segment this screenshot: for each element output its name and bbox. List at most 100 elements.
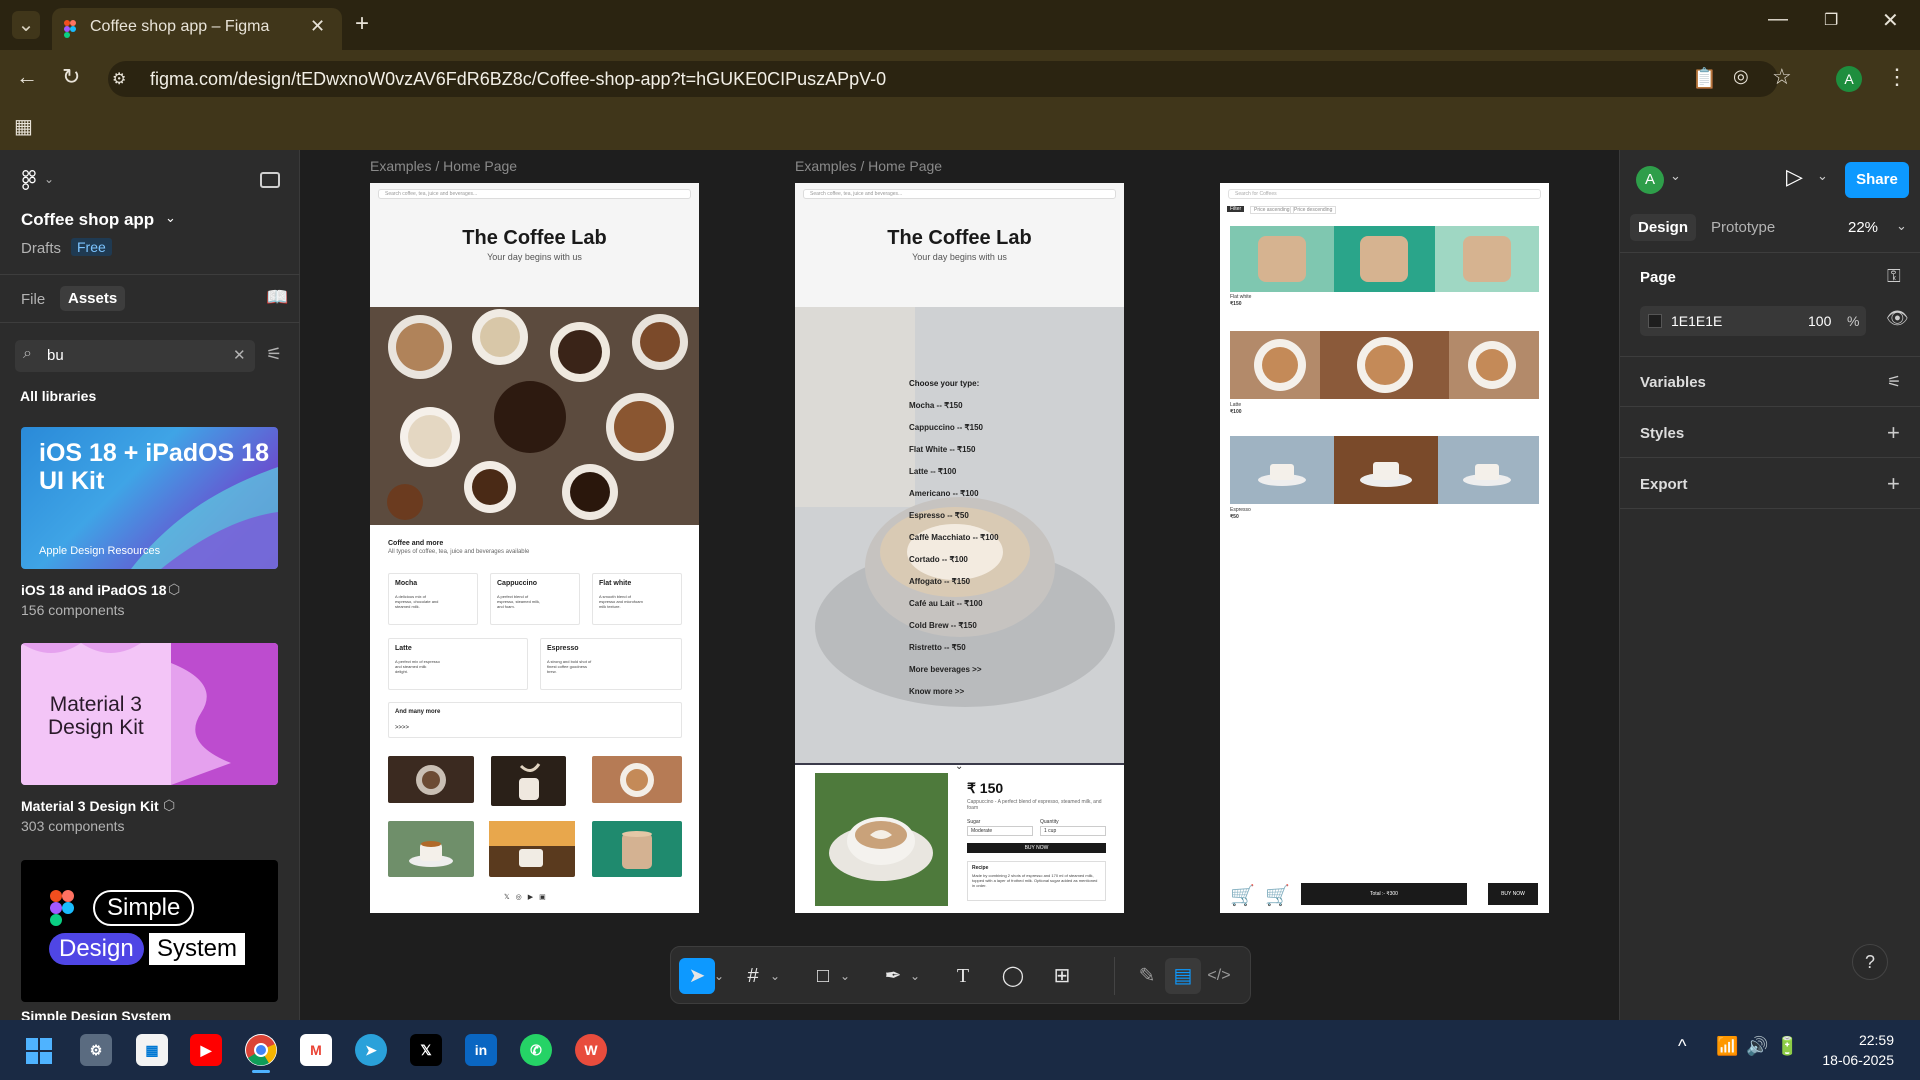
move-tool-icon[interactable]: ➤: [679, 958, 715, 994]
youtube-social-icon[interactable]: ▶: [528, 894, 539, 901]
file-name-chevron-icon[interactable]: ⌄: [165, 210, 176, 226]
frame-products[interactable]: Search for Coffees Filter Price ascendin…: [1220, 183, 1549, 913]
styles-section[interactable]: Styles: [1640, 425, 1684, 442]
rectangle-tool-icon[interactable]: □: [805, 958, 841, 994]
move-tool-chevron-icon[interactable]: ⌄: [711, 958, 727, 994]
store-app-icon[interactable]: ▦: [136, 1034, 168, 1066]
x-app-icon[interactable]: 𝕏: [410, 1034, 442, 1066]
clipboard-icon[interactable]: 📋: [1692, 66, 1717, 91]
tab-assets[interactable]: Assets: [60, 286, 126, 311]
dev-mode-icon[interactable]: </>: [1201, 958, 1237, 994]
card-flat-white[interactable]: Flat white A smooth blend of espresso an…: [592, 573, 682, 625]
eye-off-icon[interactable]: ◎: [1733, 66, 1749, 87]
figma-main-menu-icon[interactable]: [22, 169, 36, 195]
search-bar[interactable]: Search coffee, tea, juice and beverages.…: [378, 189, 691, 199]
battery-icon[interactable]: 🔋: [1776, 1036, 1798, 1057]
pen-tool-chevron-icon[interactable]: ⌄: [907, 958, 923, 994]
sort-desc-chip[interactable]: Price descending: [1290, 206, 1337, 214]
design-canvas[interactable]: Examples / Home Page Search coffee, tea,…: [300, 150, 1619, 1020]
menu-item[interactable]: Cortado -- ₹100: [909, 555, 1089, 577]
library-book-icon[interactable]: 📖: [266, 287, 288, 308]
recipe-box[interactable]: Recipe Made by combining 2 shots of espr…: [967, 861, 1106, 901]
youtube-app-icon[interactable]: ▶: [190, 1034, 222, 1066]
windows-start-icon[interactable]: [26, 1038, 52, 1064]
profile-avatar[interactable]: A: [1836, 66, 1862, 92]
menu-item[interactable]: Know more >>: [909, 687, 1089, 709]
card-cappuccino[interactable]: Cappuccino A perfect blend of espresso, …: [490, 573, 580, 625]
frame2-label[interactable]: Examples / Home Page: [795, 158, 942, 174]
present-chevron-icon[interactable]: ⌄: [1817, 168, 1828, 184]
back-icon[interactable]: ←: [16, 64, 38, 90]
volume-icon[interactable]: 🔊: [1746, 1036, 1768, 1057]
help-icon[interactable]: ?: [1852, 944, 1888, 980]
buy-now-small-button[interactable]: BUY NOW: [1488, 883, 1538, 905]
chrome-app-icon[interactable]: [245, 1034, 277, 1066]
visibility-eye-icon[interactable]: 👁: [1886, 308, 1909, 329]
url-text[interactable]: figma.com/design/tEDwxnoW0vzAV6FdR6BZ8c/…: [150, 69, 886, 90]
color-swatch[interactable]: [1648, 314, 1662, 328]
actions-tool-icon[interactable]: ⊞: [1044, 958, 1080, 994]
library-name-simple-design-system[interactable]: Simple Design System: [21, 1010, 171, 1020]
reload-icon[interactable]: ↻: [62, 64, 80, 90]
card-espresso[interactable]: Espresso A strong and bold shot of fines…: [540, 638, 682, 690]
library-filter-icon[interactable]: ⚟: [266, 344, 282, 365]
menu-item[interactable]: Affogato -- ₹150: [909, 577, 1089, 599]
tray-chevron-up-icon[interactable]: ^: [1678, 1036, 1686, 1057]
menu-item[interactable]: Mocha -- ₹150: [909, 401, 1089, 423]
gmail-app-icon[interactable]: M: [300, 1034, 332, 1066]
browser-menu-icon[interactable]: ⋮: [1886, 64, 1908, 90]
page-settings-icon[interactable]: ⚿: [1887, 266, 1901, 287]
export-section[interactable]: Export: [1640, 476, 1688, 493]
buy-now-button[interactable]: BUY NOW: [967, 843, 1106, 853]
library-name-ios18[interactable]: iOS 18 and iPadOS 18: [21, 582, 167, 598]
text-tool-icon[interactable]: T: [945, 958, 981, 994]
shape-tool-chevron-icon[interactable]: ⌄: [837, 958, 853, 994]
add-export-icon[interactable]: +: [1887, 471, 1900, 497]
comment-tool-icon[interactable]: ◯: [995, 958, 1031, 994]
linkedin-social-icon[interactable]: ▣: [539, 894, 552, 901]
draw-mode-icon[interactable]: ✎: [1129, 958, 1165, 994]
tab-design[interactable]: Design: [1630, 214, 1697, 241]
x-social-icon[interactable]: 𝕏: [504, 894, 516, 901]
variables-section[interactable]: Variables: [1640, 374, 1706, 391]
card-mocha[interactable]: Mocha A delicious mix of espresso, choco…: [388, 573, 478, 625]
bg-opacity-value[interactable]: 100: [1808, 313, 1831, 329]
tab-search-icon[interactable]: ⌄: [12, 11, 40, 39]
sugar-select[interactable]: Moderate: [967, 826, 1033, 836]
menu-item[interactable]: Ristretto -- ₹50: [909, 643, 1089, 665]
frame-tool-chevron-icon[interactable]: ⌄: [767, 958, 783, 994]
wps-app-icon[interactable]: W: [575, 1034, 607, 1066]
main-menu-chevron-icon[interactable]: ⌄: [44, 172, 54, 186]
library-thumb-material3[interactable]: Material 3 Design Kit: [21, 643, 278, 785]
telegram-app-icon[interactable]: ➤: [355, 1034, 387, 1066]
clock-time[interactable]: 22:59: [1834, 1032, 1894, 1048]
bookmark-star-icon[interactable]: ☆: [1772, 64, 1792, 90]
present-play-icon[interactable]: ▷: [1786, 164, 1803, 190]
window-close-icon[interactable]: ✕: [1882, 8, 1899, 33]
toggle-sidebar-icon[interactable]: [260, 172, 280, 188]
library-thumb-ios18[interactable]: iOS 18 + iPadOS 18 UI Kit Apple Design R…: [21, 427, 278, 569]
site-settings-icon[interactable]: ⚙: [112, 69, 126, 89]
restore-icon[interactable]: ❐: [1824, 10, 1838, 30]
search-bar-3[interactable]: Search for Coffees: [1228, 189, 1541, 199]
menu-item[interactable]: Café au Lait -- ₹100: [909, 599, 1089, 621]
frame1-label[interactable]: Examples / Home Page: [370, 158, 517, 174]
cart-icon[interactable]: 🛒: [1230, 883, 1255, 908]
filter-chip[interactable]: Filter: [1227, 206, 1245, 212]
wifi-icon[interactable]: 📶: [1716, 1036, 1738, 1057]
chevron-down-icon[interactable]: ⌄: [955, 761, 963, 772]
bg-color-hex[interactable]: 1E1E1E: [1671, 313, 1722, 329]
instagram-social-icon[interactable]: ◎: [516, 894, 528, 901]
omnibox[interactable]: ⚙ figma.com/design/tEDwxnoW0vzAV6FdR6BZ8…: [108, 61, 1778, 97]
variables-settings-icon[interactable]: ⚟: [1887, 372, 1901, 392]
linkedin-app-icon[interactable]: in: [465, 1034, 497, 1066]
file-location[interactable]: Drafts: [21, 240, 61, 257]
page-bg-color-field[interactable]: 1E1E1E 100 %: [1640, 306, 1866, 336]
menu-item[interactable]: Latte -- ₹100: [909, 467, 1089, 489]
settings-app-icon[interactable]: ⚙: [80, 1034, 112, 1066]
tab-prototype[interactable]: Prototype: [1711, 219, 1775, 236]
apps-grid-icon[interactable]: ▦: [14, 114, 33, 139]
cart-add-icon[interactable]: 🛒: [1265, 883, 1290, 908]
menu-item[interactable]: Espresso -- ₹50: [909, 511, 1089, 533]
menu-item[interactable]: More beverages >>: [909, 665, 1089, 687]
